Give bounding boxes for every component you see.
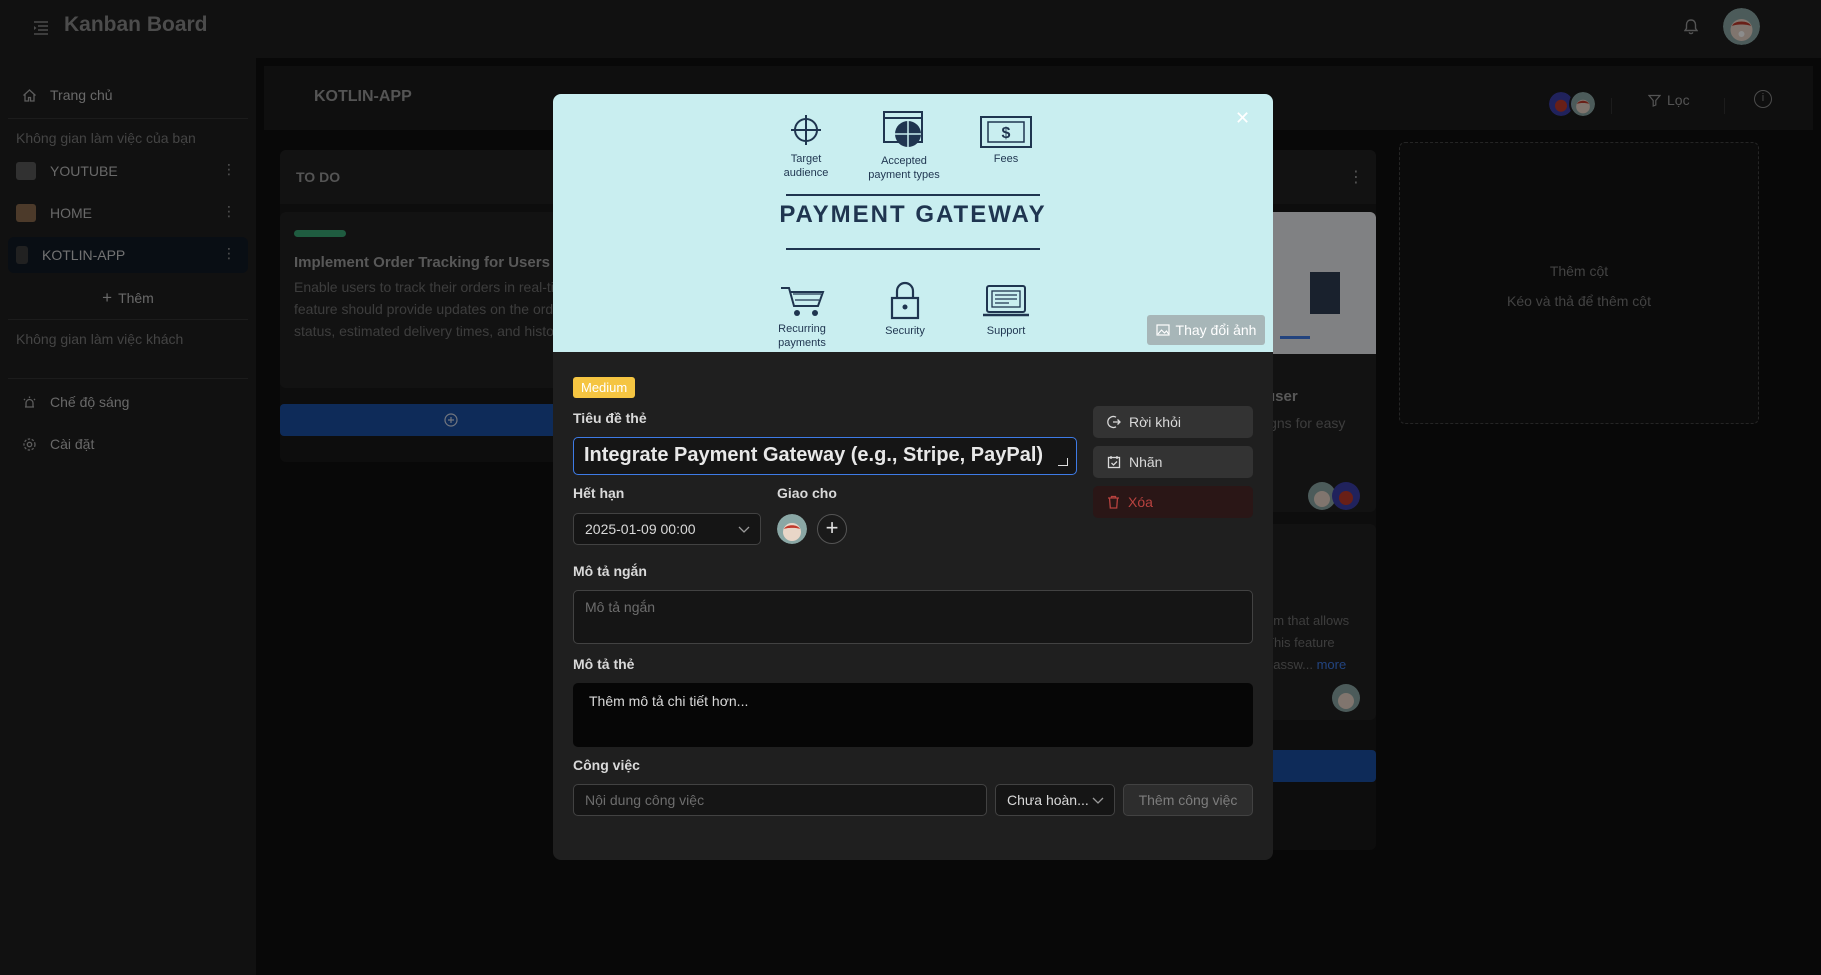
globe-icon: [883, 111, 923, 147]
close-icon[interactable]: ✕: [1235, 108, 1250, 129]
chevron-down-icon: [738, 514, 750, 544]
target-icon: [791, 115, 821, 145]
resize-handle-icon[interactable]: [1058, 458, 1068, 466]
cover-item: Accepted payment types: [861, 110, 947, 182]
chevron-down-icon: [1092, 785, 1104, 815]
delete-button[interactable]: Xóa: [1093, 486, 1253, 518]
cover-item: $ Fees: [978, 116, 1034, 166]
cover-item: Security: [877, 280, 933, 338]
dollar-icon: $: [980, 116, 1032, 148]
leave-label: Rời khỏi: [1129, 414, 1181, 430]
cover-item-label: Security: [885, 325, 925, 337]
cover-item: Recurring payments: [771, 284, 833, 350]
task-status-value: Chưa hoàn...: [1007, 792, 1089, 808]
task-content-input[interactable]: Nội dung công việc: [573, 784, 987, 816]
svg-text:$: $: [1002, 125, 1011, 142]
due-date-picker[interactable]: 2025-01-09 00:00: [573, 513, 761, 545]
tag-check-icon: [1107, 456, 1121, 469]
labels-button[interactable]: Nhãn: [1093, 446, 1253, 478]
add-assignee-button[interactable]: +: [817, 514, 847, 544]
cover-item-label: Recurring payments: [778, 323, 826, 349]
leave-button[interactable]: Rời khỏi: [1093, 406, 1253, 438]
title-label: Tiêu đề thẻ: [573, 410, 647, 426]
short-desc-label: Mô tả ngắn: [573, 563, 647, 579]
due-date-label: Hết hạn: [573, 485, 625, 501]
card-title-input[interactable]: Integrate Payment Gateway (e.g., Stripe,…: [573, 437, 1077, 475]
laptop-icon: [983, 285, 1029, 317]
change-image-label: Thay đổi ảnh: [1175, 322, 1257, 338]
cover-divider: [786, 194, 1040, 196]
delete-label: Xóa: [1128, 494, 1153, 510]
trash-icon: [1108, 495, 1119, 509]
cover-item-label: Target audience: [783, 153, 829, 179]
description-editor[interactable]: Thêm mô tả chi tiết hơn...: [573, 683, 1253, 747]
description-label: Mô tả thẻ: [573, 656, 635, 672]
due-date-value: 2025-01-09 00:00: [585, 521, 696, 537]
assign-label: Giao cho: [777, 485, 837, 501]
image-icon: [1155, 324, 1170, 336]
assignee-avatar[interactable]: [777, 514, 807, 544]
card-detail-modal: Target audience Accepted payment types $…: [553, 94, 1273, 860]
app-root: Kanban Board Trang chủ Không gian làm vi…: [0, 0, 1821, 975]
add-task-button[interactable]: Thêm công việc: [1123, 784, 1253, 816]
task-status-select[interactable]: Chưa hoàn...: [995, 784, 1115, 816]
lock-icon: [890, 281, 920, 320]
labels-label: Nhãn: [1129, 454, 1163, 470]
cover-divider: [786, 248, 1040, 250]
change-image-button[interactable]: Thay đổi ảnh: [1147, 315, 1265, 345]
cover-item-label: Support: [986, 325, 1026, 337]
card-cover-image: Target audience Accepted payment types $…: [553, 94, 1273, 352]
cart-icon: [781, 287, 825, 316]
priority-badge: Medium: [573, 377, 636, 398]
leave-icon: [1107, 415, 1121, 429]
cover-item-label: Accepted payment types: [868, 155, 940, 181]
cover-heading: PAYMENT GATEWAY: [779, 201, 1047, 228]
card-title-value: Integrate Payment Gateway (e.g., Stripe,…: [584, 444, 1044, 466]
cover-item: Target audience: [776, 112, 836, 180]
cover-item-label: Fees: [993, 153, 1019, 165]
cover-item: Support: [978, 284, 1034, 338]
short-desc-input[interactable]: Mô tả ngắn: [573, 590, 1253, 644]
tasks-label: Công việc: [573, 757, 640, 773]
